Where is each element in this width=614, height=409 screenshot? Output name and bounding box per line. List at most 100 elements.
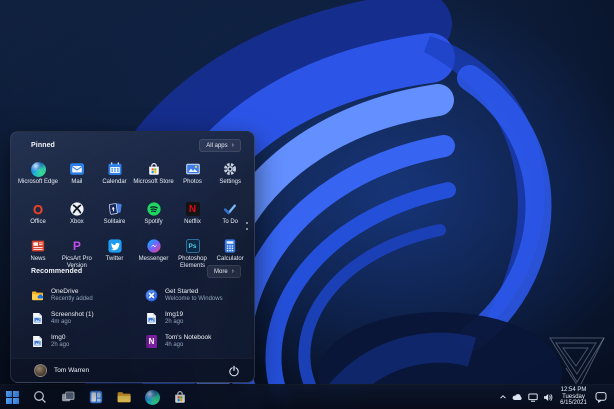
notification-center-button[interactable] <box>594 389 608 405</box>
recommended-grid: OneDrive Recently added Get Started Welcom… <box>31 284 245 353</box>
speaker-icon <box>543 393 552 401</box>
twitter-bird-icon <box>107 238 123 254</box>
tray-overflow-button[interactable] <box>498 389 507 405</box>
windows-logo-icon <box>5 390 19 404</box>
more-label: More <box>213 268 228 275</box>
recommended-subtitle: 4m ago <box>51 318 72 325</box>
pinned-app-xbox[interactable]: Xbox <box>58 195 96 232</box>
start-menu: Pinned All apps › Microsoft Edge Mail Ca… <box>10 131 255 383</box>
app-label: Settings <box>219 179 242 185</box>
app-label: Microsoft Edge <box>18 179 59 185</box>
pinned-app-netflix[interactable]: N Netflix <box>174 195 212 232</box>
messenger-bolt-icon <box>146 238 162 254</box>
recommended-title: Get Started <box>165 288 199 296</box>
image-file-icon <box>145 312 158 325</box>
file-explorer-button[interactable] <box>116 389 132 405</box>
recommended-item-toms-notebook[interactable]: N Tom's Notebook 4h ago <box>145 330 245 353</box>
photos-icon <box>185 161 201 177</box>
pinned-app-photos[interactable]: Photos <box>174 155 212 195</box>
photoshop-elements-icon: Ps <box>185 239 200 253</box>
onenote-icon: N <box>146 335 157 348</box>
edge-icon <box>144 389 160 405</box>
pinned-page-dots[interactable] <box>246 222 248 230</box>
recommended-item-get-started[interactable]: Get Started Welcome to Windows <box>145 284 245 307</box>
taskbar: 12:54 PM Tuesday 6/15/2021 <box>0 384 614 409</box>
netflix-icon: N <box>185 202 200 216</box>
user-name: Tom Warren <box>54 367 90 374</box>
all-apps-label: All apps <box>206 142 228 149</box>
pinned-app-calendar[interactable]: Calendar <box>96 155 134 195</box>
recommended-title: Tom's Notebook <box>165 334 212 342</box>
task-view-button[interactable] <box>60 389 76 405</box>
store-icon <box>146 161 162 177</box>
task-view-icon <box>62 391 75 402</box>
user-profile-button[interactable]: Tom Warren <box>11 358 254 382</box>
pinned-header: Pinned <box>31 142 55 149</box>
recommended-item-img19[interactable]: Img19 2h ago <box>145 307 245 330</box>
pinned-app-photoshop-elements[interactable]: Ps Photoshop Elements <box>174 232 212 276</box>
office-icon: O <box>32 201 44 217</box>
avatar <box>34 364 47 377</box>
store-button[interactable] <box>172 389 188 405</box>
xbox-icon <box>69 201 85 217</box>
app-label: Calculator <box>216 256 244 262</box>
pinned-app-twitter[interactable]: Twitter <box>96 232 134 276</box>
start-button[interactable] <box>4 389 20 405</box>
app-label: To Do <box>222 219 239 225</box>
edge-button[interactable] <box>144 389 160 405</box>
recommended-title: OneDrive <box>51 288 79 296</box>
recommended-title: Img19 <box>165 311 184 319</box>
more-button[interactable]: More › <box>206 265 241 278</box>
image-file-icon <box>31 335 44 348</box>
app-label: Messenger <box>138 256 169 262</box>
search-icon <box>34 391 46 403</box>
chevron-right-icon: › <box>231 141 234 149</box>
recommended-title: Img0 <box>51 334 66 342</box>
app-label: Calendar <box>102 179 127 185</box>
pinned-app-messenger[interactable]: Messenger <box>133 232 173 276</box>
calendar-icon <box>107 161 123 177</box>
recommended-header: Recommended <box>31 268 83 275</box>
pinned-app-microsoft-store[interactable]: Microsoft Store <box>133 155 174 195</box>
onedrive-tray-button[interactable] <box>511 389 523 405</box>
pinned-app-solitaire[interactable]: Solitaire <box>96 195 134 232</box>
store-icon <box>175 391 185 403</box>
pinned-app-to-do[interactable]: To Do <box>211 195 249 232</box>
app-label: Netflix <box>184 219 201 225</box>
recommended-title: Screenshot (1) <box>51 311 94 319</box>
pinned-app-spotify[interactable]: Spotify <box>133 195 173 232</box>
chevron-right-icon: › <box>231 267 234 275</box>
solitaire-cards-icon <box>107 201 123 217</box>
image-file-icon <box>31 312 44 325</box>
app-label: Spotify <box>144 219 163 225</box>
pinned-app-settings[interactable]: Settings <box>211 155 249 195</box>
picsart-icon: P <box>72 239 81 253</box>
clock-date: 6/15/2021 <box>560 400 587 407</box>
recommended-subtitle: 2h ago <box>51 341 70 348</box>
recommended-item-img0[interactable]: Img0 2h ago <box>31 330 145 353</box>
network-button[interactable] <box>527 389 538 405</box>
all-apps-button[interactable]: All apps › <box>199 139 241 152</box>
app-label: Mail <box>71 179 83 185</box>
power-icon <box>229 365 239 376</box>
power-button[interactable] <box>228 365 240 377</box>
recommended-item-onedrive[interactable]: OneDrive Recently added <box>31 284 145 307</box>
volume-button[interactable] <box>542 389 553 405</box>
app-label: Xbox <box>70 219 84 225</box>
clock[interactable]: 12:54 PM Tuesday 6/15/2021 <box>557 387 590 407</box>
desktop: Pinned All apps › Microsoft Edge Mail Ca… <box>0 0 614 409</box>
recommended-item-screenshot[interactable]: Screenshot (1) 4m ago <box>31 307 145 330</box>
pinned-app-office[interactable]: O Office <box>18 195 58 232</box>
app-label: Twitter <box>105 256 124 262</box>
pinned-app-microsoft-edge[interactable]: Microsoft Edge <box>18 155 58 195</box>
app-label: Microsoft Store <box>133 179 174 185</box>
pinned-app-mail[interactable]: Mail <box>58 155 96 195</box>
search-button[interactable] <box>32 389 48 405</box>
app-label: Office <box>30 219 46 225</box>
network-icon <box>527 393 538 402</box>
widgets-button[interactable] <box>88 389 104 405</box>
get-started-icon <box>145 289 158 302</box>
app-label: Photoshop Elements <box>178 256 207 269</box>
gear-icon <box>222 161 238 177</box>
chevron-up-icon <box>499 395 506 399</box>
